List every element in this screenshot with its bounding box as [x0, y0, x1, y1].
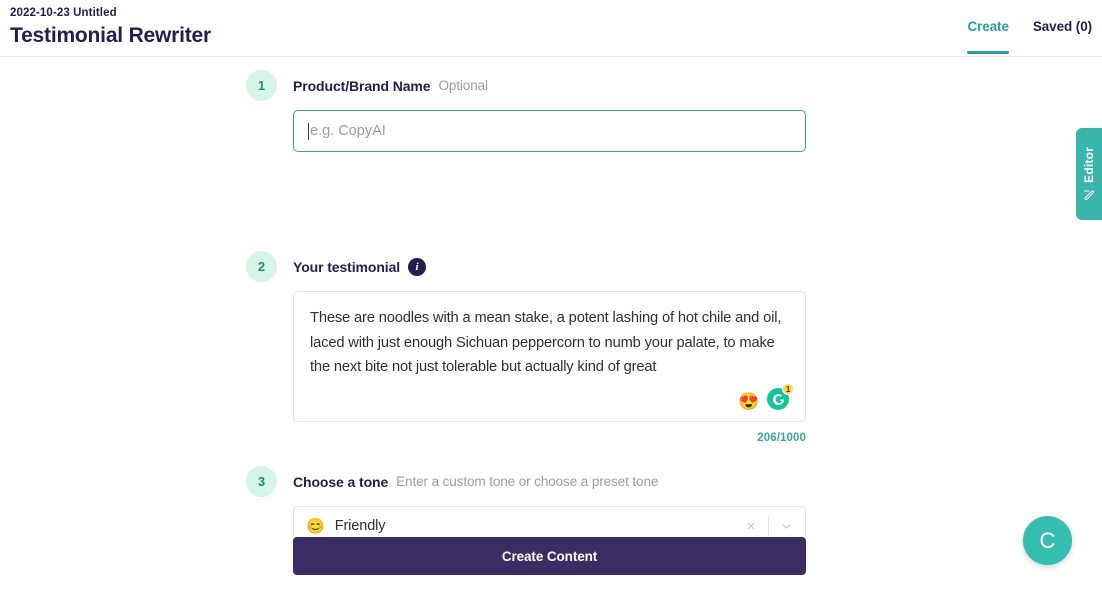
- step-3-label-row: Choose a tone Enter a custom tone or cho…: [293, 466, 658, 497]
- grammarly-icon[interactable]: 1: [767, 383, 794, 410]
- page-title: Testimonial Rewriter: [10, 24, 211, 47]
- text-caret: [308, 122, 309, 140]
- product-brand-name-placeholder: e.g. CopyAI: [310, 123, 386, 139]
- heart-eyes-emoji-icon[interactable]: 😍: [738, 393, 759, 410]
- step-product-brand-name: 1 Product/Brand Name Optional e.g. CopyA…: [246, 70, 806, 170]
- tab-create[interactable]: Create: [967, 19, 1010, 54]
- header-title-group: 2022-10-23 Untitled Testimonial Rewriter: [10, 6, 211, 49]
- tab-saved[interactable]: Saved (0): [1033, 19, 1092, 54]
- step-3-hint: Enter a custom tone or choose a preset t…: [396, 474, 659, 489]
- info-icon[interactable]: i: [408, 257, 427, 276]
- tone-selected-value: Friendly: [334, 518, 386, 534]
- step-2-label-row: Your testimonial i: [293, 251, 427, 282]
- editor-side-tab[interactable]: Editor: [1076, 128, 1102, 220]
- step-number-badge-3: 3: [246, 466, 277, 497]
- step-1-label: Product/Brand Name: [293, 77, 431, 94]
- step-1-optional-hint: Optional: [438, 78, 488, 93]
- document-date-label: 2022-10-23 Untitled: [10, 7, 117, 19]
- create-content-button[interactable]: Create Content: [293, 537, 806, 575]
- step-3-label: Choose a tone: [293, 473, 389, 490]
- chevron-down-icon[interactable]: [775, 520, 797, 533]
- testimonial-text: These are noodles with a mean stake, a p…: [310, 310, 782, 376]
- app-header: 2022-10-23 Untitled Testimonial Rewriter…: [0, 0, 1102, 57]
- smiling-face-emoji-icon: 😊: [306, 517, 325, 535]
- header-tabs: Create Saved (0): [967, 0, 1092, 57]
- editor-tab-label: Editor: [1082, 147, 1096, 183]
- step-your-testimonial: 2 Your testimonial i These are noodles w…: [246, 251, 806, 451]
- character-counter: 206/1000: [757, 432, 806, 444]
- close-icon[interactable]: ×: [740, 519, 762, 534]
- product-brand-name-input[interactable]: e.g. CopyAI: [293, 110, 806, 152]
- help-chat-fab[interactable]: C: [1023, 516, 1072, 565]
- step-1-label-row: Product/Brand Name Optional: [293, 70, 488, 101]
- grammarly-alert-count: 1: [782, 383, 794, 395]
- pencil-icon: [1083, 189, 1095, 201]
- step-number-badge-2: 2: [246, 251, 277, 282]
- select-divider: [768, 516, 769, 536]
- step-2-label: Your testimonial: [293, 258, 401, 275]
- testimonial-textarea[interactable]: These are noodles with a mean stake, a p…: [293, 291, 806, 422]
- step-number-badge-1: 1: [246, 70, 277, 101]
- textarea-icons: 😍 1: [738, 383, 794, 410]
